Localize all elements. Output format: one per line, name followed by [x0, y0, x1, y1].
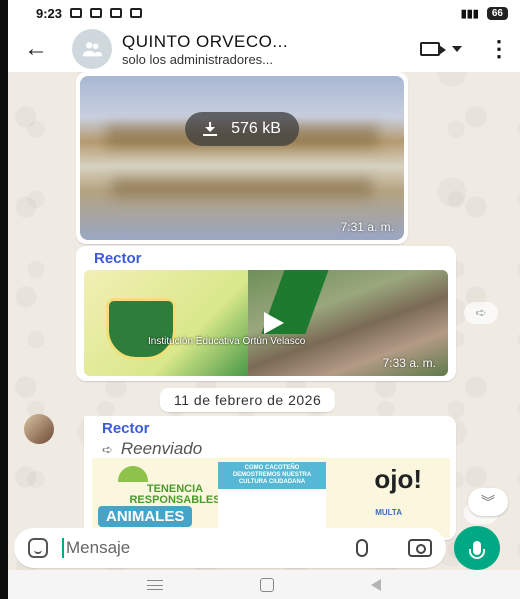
signal-icon: ▮▮▮	[460, 7, 479, 20]
forwarded-indicator: ➪ Reenviado	[102, 439, 203, 458]
forwarded-image-message[interactable]: Rector ➪ Reenviado TENENCIA RESPONSABLES …	[84, 416, 456, 540]
phone-screen: 9:23 ▮▮▮ 66 ← QUINTO ORVECO... solo los …	[8, 0, 520, 599]
chat-title: QUINTO ORVECO...	[122, 31, 289, 51]
sender-name: Rector	[94, 250, 142, 267]
group-icon	[82, 42, 103, 57]
notification-icon	[90, 8, 103, 18]
notification-icon	[70, 8, 83, 18]
date-separator: 11 de febrero de 2026	[160, 388, 336, 412]
system-back-icon[interactable]	[371, 578, 382, 591]
recent-apps-icon[interactable]	[146, 579, 163, 590]
battery-level: 66	[486, 6, 508, 20]
poster-left-badge: ANIMALES	[98, 506, 193, 527]
poster-mid-heading: COMO CACOTEÑO DEMOSTREMOS NUESTRA CULTUR…	[218, 462, 326, 489]
attach-icon[interactable]	[356, 539, 368, 557]
scroll-to-bottom-button[interactable]: ︾	[468, 488, 508, 516]
more-options-icon[interactable]: ⋮	[488, 36, 510, 62]
message-time: 7:31 a. m.	[340, 220, 394, 234]
download-icon	[203, 122, 218, 136]
back-arrow-icon[interactable]: ←	[18, 35, 54, 63]
play-icon[interactable]	[252, 306, 292, 340]
voice-message-button[interactable]	[454, 526, 500, 570]
sender-avatar[interactable]	[24, 414, 54, 444]
text-cursor	[62, 538, 64, 558]
message-composer	[14, 528, 446, 568]
forwarded-icon: ➪	[102, 442, 113, 457]
poster-right-sub: MULTA	[375, 508, 402, 517]
home-icon[interactable]	[259, 577, 274, 592]
download-button[interactable]: 576 kB	[185, 112, 299, 146]
image-message[interactable]: 576 kB 7:31 a. m.	[76, 72, 408, 244]
poster-image[interactable]: TENENCIA RESPONSABLES ANIMALES COMO CACO…	[92, 458, 450, 538]
emoji-sticker-icon[interactable]	[28, 538, 48, 558]
chat-header: ← QUINTO ORVECO... solo los administrado…	[8, 26, 520, 72]
group-avatar[interactable]	[72, 29, 112, 69]
call-dropdown-icon[interactable]	[452, 46, 462, 52]
chat-subtitle: solo los administradores...	[122, 51, 274, 67]
video-thumbnail[interactable]: Institución Educativa Ortún Velasco 7:33…	[84, 270, 448, 376]
school-shield-logo	[106, 298, 176, 360]
poster-right-heading: ojo!	[374, 464, 422, 494]
status-bar: 9:23 ▮▮▮ 66	[8, 0, 520, 26]
forward-icon[interactable]: ➪	[464, 302, 498, 324]
poster-middle-panel: COMO CACOTEÑO DEMOSTREMOS NUESTRA CULTUR…	[218, 462, 326, 538]
message-time: 7:33 a. m.	[382, 356, 436, 370]
blurred-image: 576 kB 7:31 a. m.	[80, 76, 404, 240]
camera-icon[interactable]	[408, 539, 432, 557]
status-time: 9:23	[36, 5, 63, 21]
notification-icon	[110, 8, 123, 18]
download-size: 576 kB	[231, 120, 281, 137]
sender-name: Rector	[102, 420, 150, 437]
sun-graphic	[118, 466, 148, 482]
system-nav-bar	[8, 570, 520, 599]
microphone-icon	[469, 541, 485, 559]
message-input[interactable]	[66, 538, 356, 558]
chat-title-area[interactable]: QUINTO ORVECO... solo los administradore…	[122, 32, 406, 67]
notification-icon	[130, 8, 143, 18]
video-call-icon[interactable]	[420, 42, 446, 56]
video-message[interactable]: Rector Institución Educativa Ortún Velas…	[76, 246, 456, 381]
